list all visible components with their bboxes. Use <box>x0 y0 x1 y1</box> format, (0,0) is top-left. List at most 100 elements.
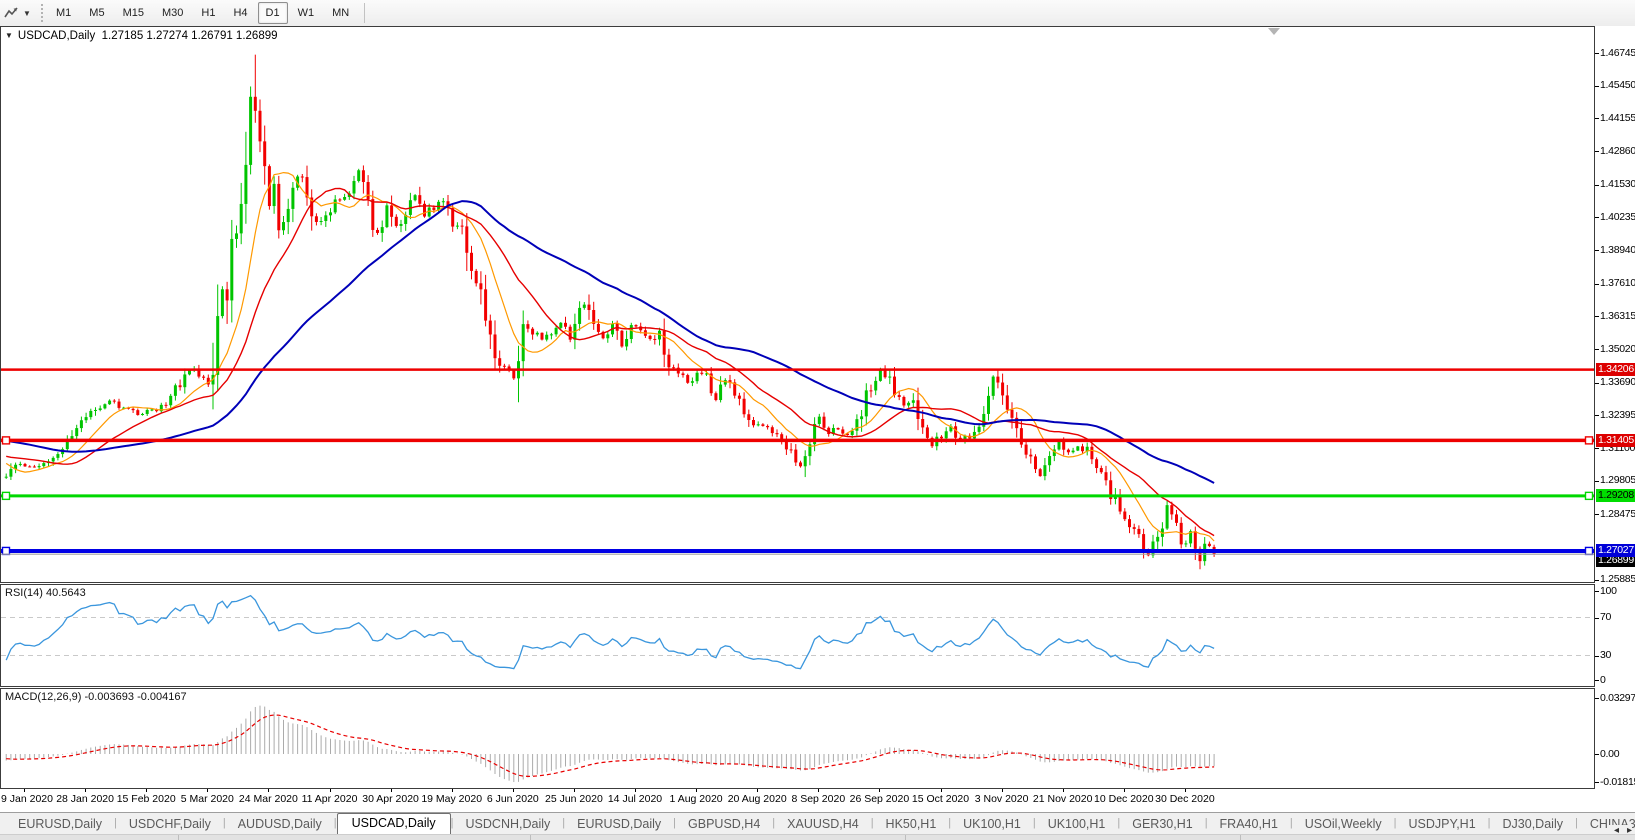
date-tick-mark <box>635 789 636 792</box>
candle-down <box>1104 472 1108 481</box>
date-tick-mark <box>696 789 698 792</box>
triangle-down-icon[interactable]: ▼ <box>5 31 13 40</box>
date-tick-mark <box>451 789 453 792</box>
tab-usoil-weekly-13[interactable]: USOil,Weekly <box>1293 815 1394 834</box>
candle-down <box>300 176 304 178</box>
candle-down <box>1207 543 1211 547</box>
candle-down <box>1010 409 1014 418</box>
price-chart-canvas[interactable] <box>1 27 1594 582</box>
candle-down <box>277 183 281 231</box>
axis-tick-mark <box>1595 85 1599 87</box>
line-handle[interactable] <box>1 436 11 445</box>
axis-tick-mark <box>1595 698 1599 699</box>
line-handle[interactable] <box>1 491 11 501</box>
candle-down <box>789 449 793 451</box>
candle-up <box>18 463 22 465</box>
candle-up <box>173 385 177 396</box>
chart-cursor-icon[interactable] <box>3 5 19 21</box>
candle-up <box>545 334 549 340</box>
candle-up <box>1184 543 1188 545</box>
candle-down <box>1066 449 1070 453</box>
candle-up <box>455 225 459 227</box>
axis-tick-mark <box>1595 480 1599 482</box>
candle-down <box>634 325 638 327</box>
line-handle[interactable] <box>1 546 11 556</box>
price-tick-label: 1.37610 <box>1600 277 1635 290</box>
caret-down-icon[interactable]: ▼ <box>23 9 35 18</box>
date-tick-mark <box>207 789 209 792</box>
candle-up <box>230 238 234 301</box>
tab-uk100-h1-10[interactable]: UK100,H1 <box>1036 815 1118 834</box>
line-handle[interactable] <box>1584 491 1594 501</box>
tab-audusd-daily-2[interactable]: AUDUSD,Daily <box>226 815 334 834</box>
tab-dj30-daily-15[interactable]: DJ30,Daily <box>1491 815 1575 834</box>
candle-down <box>361 170 365 183</box>
candle-up <box>329 212 332 216</box>
candle-down <box>775 433 779 435</box>
candle-up <box>145 409 149 414</box>
candle-down <box>502 365 506 367</box>
candle-down <box>225 289 229 301</box>
candle-down <box>700 372 704 374</box>
tab-eurusd-daily-5[interactable]: EURUSD,Daily <box>565 815 673 834</box>
tab-xauusd-h4-7[interactable]: XAUUSD,H4 <box>775 815 871 834</box>
candle-down <box>747 414 751 421</box>
candle-down <box>263 141 267 167</box>
tab-fra40-h1-12[interactable]: FRA40,H1 <box>1208 815 1290 834</box>
macd-label: MACD(12,26,9) -0.003693 -0.004167 <box>5 691 187 703</box>
candle-up <box>4 476 8 478</box>
timeframe-button-m30[interactable]: M30 <box>154 2 191 24</box>
timeframe-button-group: M1 M5 M15 M30 H1 H4 D1 W1 MN <box>47 2 358 24</box>
candle-down <box>258 110 262 142</box>
candle-up <box>399 223 403 226</box>
price-tick-label: 1.42860 <box>1600 144 1635 157</box>
candle-down <box>1137 528 1141 535</box>
rsi-canvas[interactable] <box>1 585 1594 686</box>
timeframe-button-h4[interactable]: H4 <box>225 2 255 24</box>
hline-price-label-1.27027: 1.27027 <box>1596 544 1635 558</box>
axis-tick-mark <box>1595 448 1599 450</box>
tab-usdcnh-daily-4[interactable]: USDCNH,Daily <box>454 815 563 834</box>
date-tick-mark <box>757 789 759 792</box>
timeframe-button-h1[interactable]: H1 <box>193 2 223 24</box>
candle-down <box>526 324 530 329</box>
tab-hk50-h1-8[interactable]: HK50,H1 <box>874 815 949 834</box>
macd-canvas[interactable] <box>1 689 1594 788</box>
fast-ma-line <box>5 171 1215 542</box>
candle-down <box>1128 519 1131 528</box>
tab-usdjpy-h1-14[interactable]: USDJPY,H1 <box>1397 815 1488 834</box>
date-axis[interactable]: 9 Jan 2020 28 Jan 2020 15 Feb 2020 5 Mar 20… <box>0 789 1635 812</box>
timeframe-button-m5[interactable]: M5 <box>81 2 112 24</box>
timeframe-button-mn[interactable]: MN <box>324 2 357 24</box>
candle-up <box>286 208 290 223</box>
macd-tick-label: -0.018154 <box>1600 775 1635 788</box>
timeframe-button-m1[interactable]: M1 <box>48 2 79 24</box>
tab-eurusd-daily-0[interactable]: EURUSD,Daily <box>6 815 114 834</box>
price-axis[interactable]: 1.46745 1.45450 1.44155 1.42860 1.41530 1.402… <box>1595 26 1635 789</box>
candle-down <box>836 427 840 430</box>
toolbar-separator <box>364 3 366 23</box>
candle-down <box>662 330 666 355</box>
candle-up <box>108 400 112 405</box>
tab-gbpusd-h4-6[interactable]: GBPUSD,H4 <box>676 815 772 834</box>
timeframe-button-d1[interactable]: D1 <box>257 2 288 24</box>
tab-ger30-h1-11[interactable]: GER30,H1 <box>1120 815 1204 834</box>
tab-uk100-h1-9[interactable]: UK100,H1 <box>951 815 1033 834</box>
candle-up <box>183 374 187 388</box>
candle-down <box>587 304 591 311</box>
candle-up <box>249 96 253 165</box>
candle-up <box>380 227 384 233</box>
tab-usdcad-daily-3[interactable]: USDCAD,Daily <box>336 813 451 834</box>
timeframe-button-w1[interactable]: W1 <box>290 2 323 24</box>
timeframe-button-m15[interactable]: M15 <box>115 2 152 24</box>
tab-usdchf-daily-1[interactable]: USDCHF,Daily <box>117 815 223 834</box>
axis-tick-mark <box>1595 382 1599 384</box>
candle-up <box>9 469 13 477</box>
candle-down <box>470 252 473 271</box>
line-handle[interactable] <box>1584 436 1594 445</box>
candle-down <box>672 367 676 369</box>
candle-up <box>37 466 41 468</box>
chart-tab-bar: EURUSD,Daily | USDCHF,Daily | AUDUSD,Daily | U… <box>0 812 1635 834</box>
candle-down <box>164 404 168 406</box>
line-handle[interactable] <box>1584 546 1594 556</box>
